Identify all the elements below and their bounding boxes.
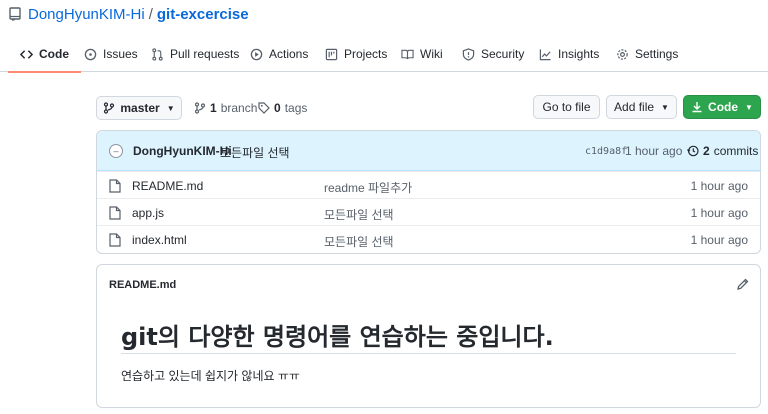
file-row[interactable]: README.md readme 파일추가 1 hour ago xyxy=(97,171,760,198)
file-commit-message-link[interactable]: readme 파일추가 xyxy=(324,179,412,196)
branch-icon xyxy=(194,102,206,114)
project-icon xyxy=(325,48,338,60)
readme-heading: git의 다양한 명령어를 연습하는 중입니다. xyxy=(121,323,554,351)
file-row[interactable]: index.html 모든파일 선택 1 hour ago xyxy=(97,225,760,252)
repo-separator: / xyxy=(148,5,153,23)
commit-count-label: commits xyxy=(713,144,759,158)
readme-panel: README.md git의 다양한 명령어를 연습하는 중입니다. 연습하고 … xyxy=(96,264,761,408)
gear-icon xyxy=(617,48,628,60)
tab-actions[interactable]: Actions xyxy=(250,36,308,72)
download-icon xyxy=(692,102,702,113)
tab-issues-label: Issues xyxy=(103,47,138,61)
history-icon xyxy=(687,145,699,157)
repo-owner-link[interactable]: DongHyunKIM-Hi xyxy=(28,6,145,23)
tab-wiki-label: Wiki xyxy=(420,47,443,61)
heading-divider xyxy=(121,353,736,354)
chevron-down-icon: ▼ xyxy=(745,102,753,112)
avatar[interactable]: – xyxy=(109,144,123,158)
file-commit-message-link[interactable]: 모든파일 선택 xyxy=(324,206,394,223)
book-icon xyxy=(401,49,414,59)
tab-code-label: Code xyxy=(39,47,69,61)
tab-security-label: Security xyxy=(481,47,525,61)
tab-insights[interactable]: Insights xyxy=(539,36,599,72)
commit-author-link[interactable]: DongHyunKIM-Hi xyxy=(133,144,232,158)
chevron-down-icon: ▼ xyxy=(661,102,669,112)
pull-request-icon xyxy=(152,47,163,61)
tab-issues[interactable]: Issues xyxy=(84,36,138,72)
issue-icon xyxy=(84,48,97,60)
branch-count-label: branch xyxy=(220,101,258,115)
add-file-label: Add file xyxy=(614,100,655,114)
graph-icon xyxy=(539,48,551,60)
branch-count: 1 xyxy=(210,101,217,115)
tags-link[interactable]: 0 tags xyxy=(258,96,307,120)
tab-insights-label: Insights xyxy=(558,47,600,61)
branches-link[interactable]: 1 branch xyxy=(194,96,257,120)
code-button-label: Code xyxy=(708,100,739,114)
go-to-file-button[interactable]: Go to file xyxy=(533,95,600,119)
branch-icon xyxy=(104,102,115,114)
add-file-button[interactable]: Add file ▼ xyxy=(606,95,677,119)
tab-projects[interactable]: Projects xyxy=(325,36,387,72)
tab-settings[interactable]: Settings xyxy=(616,36,678,72)
commit-sha-link[interactable]: c1d9a8f xyxy=(585,146,627,157)
tab-wiki[interactable]: Wiki xyxy=(401,36,443,72)
file-name-link[interactable]: index.html xyxy=(132,233,187,247)
readme-body: 연습하고 있는데 쉽지가 않네요 ㅠㅠ xyxy=(121,369,300,383)
repo-name-link[interactable]: git-excercise xyxy=(157,6,249,23)
tab-pull-requests[interactable]: Pull requests xyxy=(151,36,239,72)
repo-icon xyxy=(8,7,22,21)
tag-icon xyxy=(258,102,270,114)
file-commit-message-link[interactable]: 모든파일 선택 xyxy=(324,233,394,250)
tab-settings-label: Settings xyxy=(635,47,679,61)
latest-commit-bar: – DongHyunKIM-Hi 모든파일 선택 c1d9a8f 1 hour … xyxy=(97,131,760,171)
repo-header: DongHyunKIM-Hi / git-excercise xyxy=(8,4,249,24)
file-icon xyxy=(109,233,121,247)
file-row[interactable]: app.js 모든파일 선택 1 hour ago xyxy=(97,198,760,225)
branch-name: master xyxy=(120,101,160,115)
tag-count-label: tags xyxy=(284,101,308,115)
tab-security[interactable]: Security xyxy=(462,36,524,72)
tag-count: 0 xyxy=(274,101,281,115)
file-name-link[interactable]: app.js xyxy=(132,206,164,220)
commits-history-link[interactable]: 2 commits xyxy=(687,144,758,158)
pencil-icon[interactable] xyxy=(736,277,750,291)
file-age: 1 hour ago xyxy=(690,179,748,193)
play-icon xyxy=(250,48,263,60)
file-browser: – DongHyunKIM-Hi 모든파일 선택 c1d9a8f 1 hour … xyxy=(96,130,761,254)
tab-projects-label: Projects xyxy=(344,47,388,61)
go-to-file-label: Go to file xyxy=(542,100,591,114)
commit-count: 2 xyxy=(703,144,710,158)
tab-actions-label: Actions xyxy=(269,47,309,61)
code-download-button[interactable]: Code ▼ xyxy=(683,95,761,119)
commit-time[interactable]: 1 hour ago xyxy=(625,144,682,158)
file-age: 1 hour ago xyxy=(690,233,748,247)
branch-select-button[interactable]: master ▼ xyxy=(96,96,182,120)
file-icon xyxy=(109,179,121,193)
tab-code[interactable]: Code xyxy=(8,36,81,73)
repo-nav-tabs: Code Issues Pull requests Actions Projec… xyxy=(0,36,768,73)
shield-icon xyxy=(462,47,475,61)
commit-message-link[interactable]: 모든파일 선택 xyxy=(220,144,290,161)
tab-pull-requests-label: Pull requests xyxy=(170,47,240,61)
file-age: 1 hour ago xyxy=(690,206,748,220)
file-icon xyxy=(109,206,121,220)
file-name-link[interactable]: README.md xyxy=(132,179,203,193)
chevron-down-icon: ▼ xyxy=(166,103,175,113)
code-icon xyxy=(20,49,33,59)
readme-title: README.md xyxy=(109,279,177,291)
